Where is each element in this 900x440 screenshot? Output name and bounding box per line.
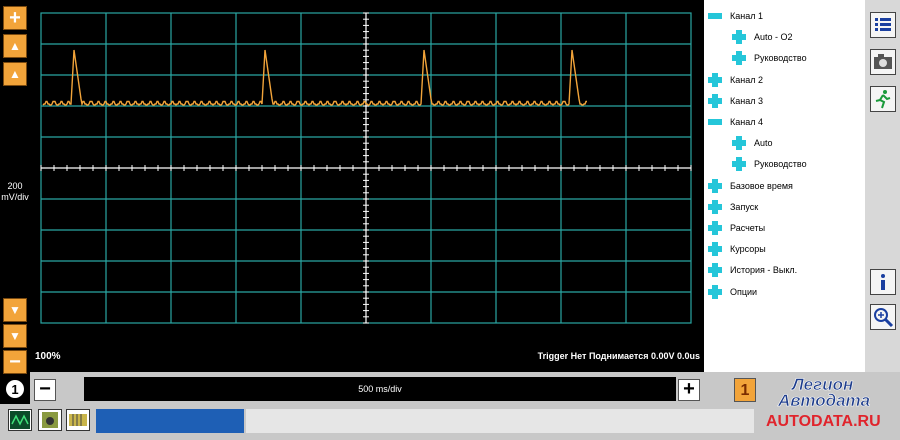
taskbar-empty-area	[246, 409, 754, 433]
oscilloscope-display: 100% Trigger Нет Поднимается 0.00V 0.0us	[30, 0, 704, 372]
plus-icon[interactable]	[708, 199, 722, 214]
tree-item-label: Запуск	[730, 201, 759, 212]
timebase-display: 500 ms/div	[84, 377, 676, 401]
plus-icon[interactable]	[708, 242, 722, 257]
settings-tree: Канал 1 Auto - O2 Руководство Канал 2 Канал …	[704, 0, 865, 372]
plus-icon[interactable]	[732, 157, 746, 172]
tree-item[interactable]: Руководство	[732, 50, 807, 66]
tree-item-label: Auto - O2	[754, 32, 793, 43]
info-icon[interactable]	[870, 269, 896, 295]
zoom-out-vertical-button[interactable]: −	[3, 350, 27, 374]
tree-item-label: Канал 4	[730, 117, 763, 127]
tree-item-label: Курсоры	[730, 244, 766, 255]
tree-item-label: Опции	[730, 286, 758, 297]
plus-icon[interactable]	[708, 221, 722, 235]
up-arrow-button[interactable]: ▲	[3, 62, 27, 86]
minus-icon[interactable]	[708, 119, 722, 125]
tree-item[interactable]: Канал 1	[708, 8, 763, 24]
tree-item[interactable]: История - Выкл.	[708, 262, 797, 278]
taskbar-active-window[interactable]	[96, 409, 244, 433]
left-control-strip: + ▲ ▲ 200 mV/div ▼ ▼ −	[0, 0, 30, 404]
timebase-increase-button[interactable]: +	[678, 379, 700, 401]
tree-item-label: Канал 2	[730, 74, 763, 85]
running-man-icon[interactable]	[870, 86, 896, 112]
tree-item-label: История - Выкл.	[730, 265, 798, 276]
vertical-scale-value: 200	[7, 181, 23, 191]
tree-item[interactable]: Auto - O2	[732, 29, 793, 45]
tree-item-label: Расчеты	[730, 223, 766, 233]
tree-item[interactable]: Запуск	[708, 199, 758, 215]
vertical-scale-unit: mV/div	[1, 192, 29, 202]
zoom-level: 100%	[35, 351, 61, 362]
scope-app-icon[interactable]	[8, 409, 32, 431]
plus-icon[interactable]	[708, 263, 722, 278]
signal-trace	[42, 49, 587, 107]
logo-url: AUTODATA.RU	[766, 413, 881, 430]
zoom-in-vertical-button[interactable]: +	[3, 6, 27, 30]
plus-icon[interactable]	[732, 51, 746, 66]
vertical-scale-label: 200 mV/div	[0, 181, 30, 203]
battery-icon[interactable]	[66, 409, 90, 431]
plus-icon[interactable]	[708, 178, 722, 193]
tree-item[interactable]: Канал 3	[708, 93, 763, 109]
tree-item[interactable]: Базовое время	[708, 178, 793, 194]
plus-icon[interactable]	[708, 284, 722, 299]
tree-item[interactable]: Опции	[708, 284, 757, 300]
tree-item[interactable]: Канал 4	[708, 114, 763, 130]
list-icon[interactable]	[870, 12, 896, 38]
plus-icon[interactable]	[708, 93, 722, 108]
minus-icon[interactable]	[708, 13, 722, 19]
logo-line2: Автодата	[777, 391, 870, 410]
down-arrow-button[interactable]: ▼	[3, 298, 27, 322]
plus-icon[interactable]	[708, 72, 722, 87]
timebase-bar: − 500 ms/div +	[30, 372, 704, 404]
tree-item-label: Auto	[754, 138, 773, 149]
multimeter-icon[interactable]	[38, 409, 62, 431]
scope-grid	[40, 12, 692, 324]
tree-item[interactable]: Расчеты	[708, 220, 765, 236]
tree-item[interactable]: Auto	[732, 135, 773, 151]
timebase-decrease-button[interactable]: −	[34, 379, 56, 401]
double-up-arrow-button[interactable]: ▲	[3, 34, 27, 58]
tree-item-label: Канал 3	[730, 95, 763, 106]
plus-icon[interactable]	[732, 136, 746, 151]
trigger-status: Trigger Нет Поднимается 0.00V 0.0us	[537, 351, 700, 361]
camera-icon[interactable]	[870, 49, 896, 75]
tree-item[interactable]: Канал 2	[708, 72, 763, 88]
magnifier-icon[interactable]	[870, 304, 896, 330]
plus-icon[interactable]	[732, 30, 746, 45]
tree-item-label: Базовое время	[730, 180, 793, 191]
timebase-label: 500 ms/div	[358, 384, 402, 394]
channel-number-badge[interactable]: 1	[6, 380, 24, 398]
tree-item[interactable]: Руководство	[732, 156, 807, 172]
tree-item-label: Руководство	[754, 159, 807, 170]
tree-item-label: Канал 1	[730, 11, 763, 21]
tree-item[interactable]: Курсоры	[708, 241, 766, 257]
tool-icon-column	[865, 0, 900, 372]
legion-avtodata-logo: Легион Автодата AUTODATA.RU	[752, 366, 900, 435]
tree-item-label: Руководство	[754, 53, 807, 64]
double-down-arrow-button[interactable]: ▼	[3, 324, 27, 348]
